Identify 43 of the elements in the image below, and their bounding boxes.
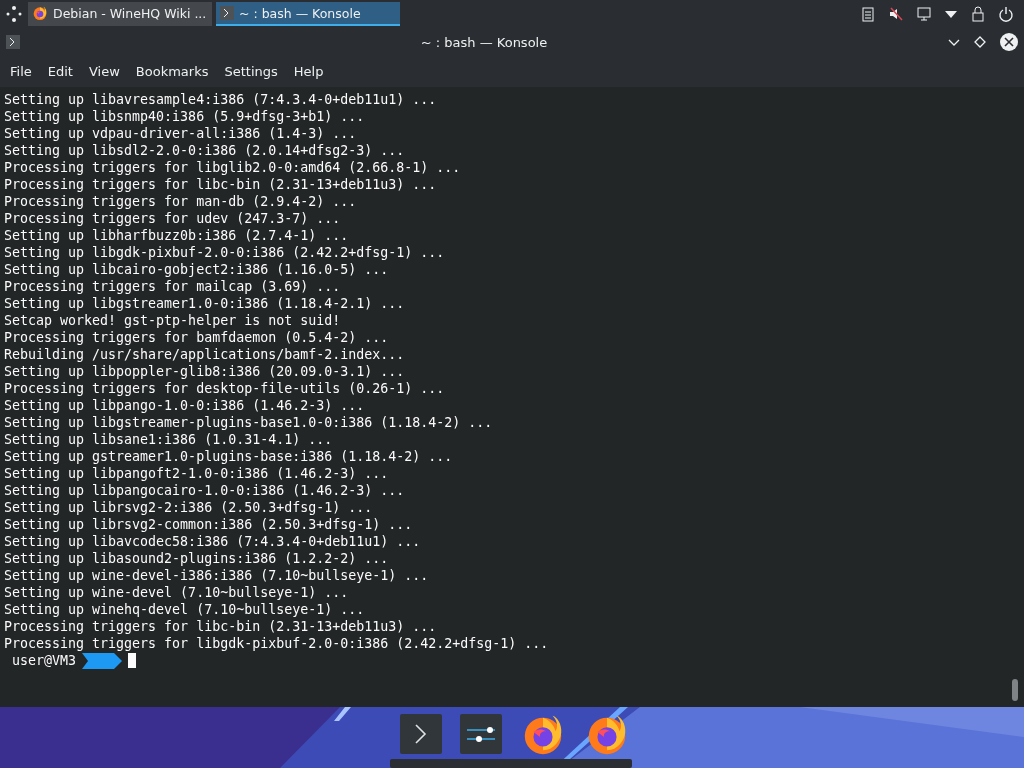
terminal-line: Setting up libgstreamer-plugins-base1.0-0:i386 (1.18.4-2) ... xyxy=(4,414,494,431)
terminal-line: Setting up libavresample4:i386 (7:4.3.4-0+deb11u1) ... xyxy=(4,91,438,108)
terminal-line: Setting up gstreamer1.0-plugins-base:i386 (1.18.4-2) ... xyxy=(4,448,454,465)
window-title: ~ : bash — Konsole xyxy=(419,34,549,50)
terminal-line: Setting up libpangocairo-1.0-0:i386 (1.46.2-3) ... xyxy=(4,482,406,499)
terminal-line: Processing triggers for man-db (2.9.4-2) ... xyxy=(4,193,358,210)
menu-item[interactable]: Settings xyxy=(216,60,286,83)
terminal-line: Processing triggers for libc-bin (2.31-13+deb11u3) ... xyxy=(4,176,438,193)
menu-item[interactable]: View xyxy=(80,60,128,83)
terminal-line: Setting up libsane1:i386 (1.0.31-4.1) ... xyxy=(4,431,334,448)
terminal-line: Processing triggers for udev (247.3-7) ... xyxy=(4,210,342,227)
terminal-line: Processing triggers for desktop-file-utils (0.26-1) ... xyxy=(4,380,446,397)
terminal-line: Setting up libpoppler-glib8:i386 (20.09.0-3.1) ... xyxy=(4,363,406,380)
terminal-line: Setting up vdpau-driver-all:i386 (1.4-3) ... xyxy=(4,125,358,142)
menu-item[interactable]: Help xyxy=(285,60,332,83)
terminal-line: Processing triggers for libgdk-pixbuf-2.0-0:i386 (2.42.2+dfsg-1) ... xyxy=(4,635,550,652)
terminal-line: Setting up libcairo-gobject2:i386 (1.16.0-5) ... xyxy=(4,261,390,278)
menu-item[interactable]: Bookmarks xyxy=(127,60,217,83)
taskbar-task[interactable]: ~ : bash — Konsole xyxy=(216,2,400,26)
terminal-line: Setting up libpango-1.0-0:i386 (1.46.2-3) ... xyxy=(4,397,366,414)
terminal-line: Processing triggers for libc-bin (2.31-13+deb11u3) ... xyxy=(4,618,438,635)
terminal-line: Setting up wine-devel (7.10~bullseye-1) ... xyxy=(4,584,350,601)
terminal-line: Setting up libasound2-plugins:i386 (1.2.2-2) ... xyxy=(4,550,390,567)
terminal-line: Processing triggers for bamfdaemon (0.5.4-2) ... xyxy=(4,329,390,346)
terminal-line: Setting up libsdl2-2.0-0:i386 (2.0.14+dfsg2-3) ... xyxy=(4,142,406,159)
terminal-line: Setting up libgdk-pixbuf-2.0-0:i386 (2.42.2+dfsg-1) ... xyxy=(4,244,446,261)
prompt-user: user@VM3 xyxy=(12,652,77,669)
terminal-line: Setting up libavcodec58:i386 (7:4.3.4-0+deb11u1) ... xyxy=(4,533,422,550)
terminal-line: Setting up winehq-devel (7.10~bullseye-1) ... xyxy=(4,601,366,618)
terminal-line: Setting up libpangoft2-1.0-0:i386 (1.46.2-3) ... xyxy=(4,465,390,482)
terminal-line: Setting up librsvg2-common:i386 (2.50.3+dfsg-1) ... xyxy=(4,516,414,533)
terminal-line: Processing triggers for libglib2.0-0:amd64 (2.66.8-1) ... xyxy=(4,159,462,176)
menu-item[interactable]: Edit xyxy=(39,60,81,83)
terminal-line: Setting up wine-devel-i386:i386 (7.10~bullseye-1) ... xyxy=(4,567,430,584)
terminal-line: Setting up libsnmp40:i386 (5.9+dfsg-3+b1) ... xyxy=(4,108,366,125)
terminal-line: Rebuilding /usr/share/applications/bamf-2.index... xyxy=(4,346,406,363)
terminal-line: Setcap worked! gst-ptp-helper is not suid! xyxy=(4,312,342,329)
terminal-line: Setting up librsvg2-2:i386 (2.50.3+dfsg-1) ... xyxy=(4,499,374,516)
menu-item[interactable]: File xyxy=(2,60,40,83)
taskbar-task[interactable]: Debian - WineHQ Wiki ... xyxy=(28,2,212,26)
terminal-line: Setting up libharfbuzz0b:i386 (2.7.4-1) ... xyxy=(4,227,350,244)
terminal-line: Processing triggers for mailcap (3.69) ... xyxy=(4,278,342,295)
terminal-line: Setting up libgstreamer1.0-0:i386 (1.18.4-2.1) ... xyxy=(4,295,406,312)
